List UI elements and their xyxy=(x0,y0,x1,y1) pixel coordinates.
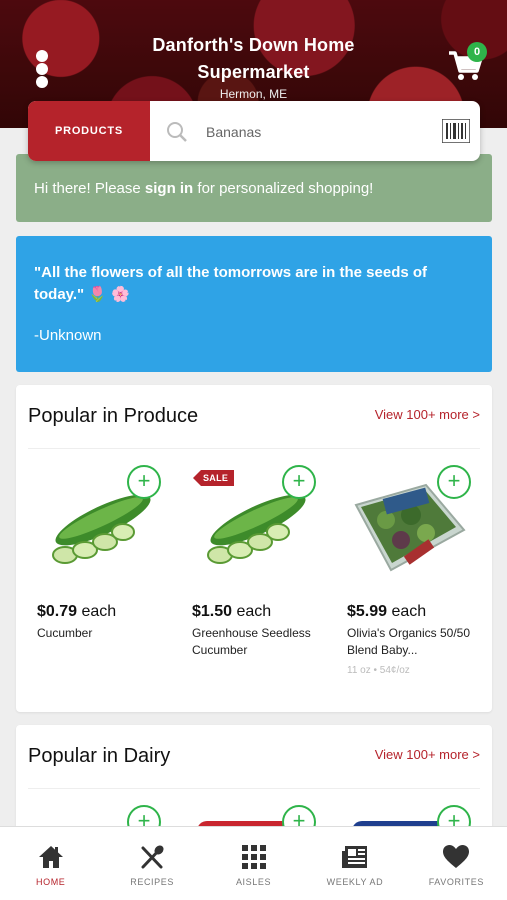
signin-banner[interactable]: Hi there! Please sign in for personalize… xyxy=(16,154,492,222)
nav-weekly-ad[interactable]: WEEKLY AD xyxy=(304,827,405,900)
newspaper-icon xyxy=(341,846,367,868)
section-produce: Popular in Produce View 100+ more > + $0… xyxy=(16,385,492,712)
nav-recipes[interactable]: RECIPES xyxy=(101,827,202,900)
section-title: Popular in Dairy xyxy=(28,745,171,767)
view-more-link[interactable]: View 100+ more > xyxy=(375,407,480,422)
nav-label: RECIPES xyxy=(130,877,174,887)
menu-dot-icon xyxy=(36,63,48,75)
product-card[interactable]: SALE + $1.50 each Greenhouse Seedless Cu… xyxy=(183,455,323,685)
add-to-cart-button[interactable]: + xyxy=(437,465,471,499)
section-header: Popular in Dairy View 100+ more > xyxy=(28,725,480,789)
bottom-nav: HOME RECIPES AISLES WEEKLY AD FAVORITES xyxy=(0,826,507,900)
product-price: $5.99 each xyxy=(347,603,427,620)
menu-button[interactable] xyxy=(36,50,52,88)
products-scope-button[interactable]: PRODUCTS xyxy=(28,101,150,161)
nav-label: HOME xyxy=(36,877,66,887)
home-icon xyxy=(38,846,63,868)
sale-badge: SALE xyxy=(193,470,235,486)
view-more-link[interactable]: View 100+ more > xyxy=(375,747,480,762)
product-card[interactable]: + $5.99 each Olivia's Organics 50/50 Ble… xyxy=(338,455,478,685)
menu-dot-icon xyxy=(36,76,48,88)
product-price: $1.50 each xyxy=(192,603,272,620)
signin-link[interactable]: sign in xyxy=(145,180,193,197)
quote-card: "All the flowers of all the tomorrows ar… xyxy=(16,236,492,372)
utensils-icon xyxy=(141,845,164,869)
quote-author: -Unknown xyxy=(34,327,102,344)
signin-text-prefix: Hi there! Please xyxy=(34,180,145,197)
nav-label: AISLES xyxy=(235,877,272,887)
barcode-scan-icon[interactable] xyxy=(442,119,470,143)
grid-icon xyxy=(241,845,266,869)
search-placeholder: Bananas xyxy=(206,124,262,140)
menu-dot-icon xyxy=(36,50,48,62)
nav-favorites[interactable]: FAVORITES xyxy=(406,827,507,900)
nav-home[interactable]: HOME xyxy=(0,827,101,900)
add-to-cart-button[interactable]: + xyxy=(127,465,161,499)
search-bar: PRODUCTS Bananas xyxy=(28,101,480,161)
cart-count-badge: 0 xyxy=(467,42,487,62)
add-to-cart-button[interactable]: + xyxy=(282,465,316,499)
product-name: Greenhouse Seedless Cucumber xyxy=(192,626,311,657)
store-location[interactable]: Hermon, ME xyxy=(100,87,407,101)
product-name: Cucumber xyxy=(37,626,93,640)
search-icon xyxy=(167,122,187,142)
quote-text: "All the flowers of all the tomorrows ar… xyxy=(34,264,428,303)
store-name[interactable]: Danforth's Down Home Supermarket xyxy=(100,32,407,86)
product-unit-price: 11 oz • 54¢/oz xyxy=(347,665,410,676)
product-price: $0.79 each xyxy=(37,603,117,620)
section-title: Popular in Produce xyxy=(28,405,199,427)
signin-text-suffix: for personalized shopping! xyxy=(193,180,374,197)
nav-label: FAVORITES xyxy=(428,877,484,887)
product-card[interactable]: + $0.79 each Cucumber xyxy=(28,455,168,685)
heart-icon xyxy=(443,845,470,868)
nav-label: WEEKLY AD xyxy=(326,877,384,887)
search-input[interactable]: Bananas xyxy=(150,101,480,161)
section-header: Popular in Produce View 100+ more > xyxy=(28,385,480,449)
product-name: Olivia's Organics 50/50 Blend Baby... xyxy=(347,626,471,657)
nav-aisles[interactable]: AISLES xyxy=(203,827,304,900)
